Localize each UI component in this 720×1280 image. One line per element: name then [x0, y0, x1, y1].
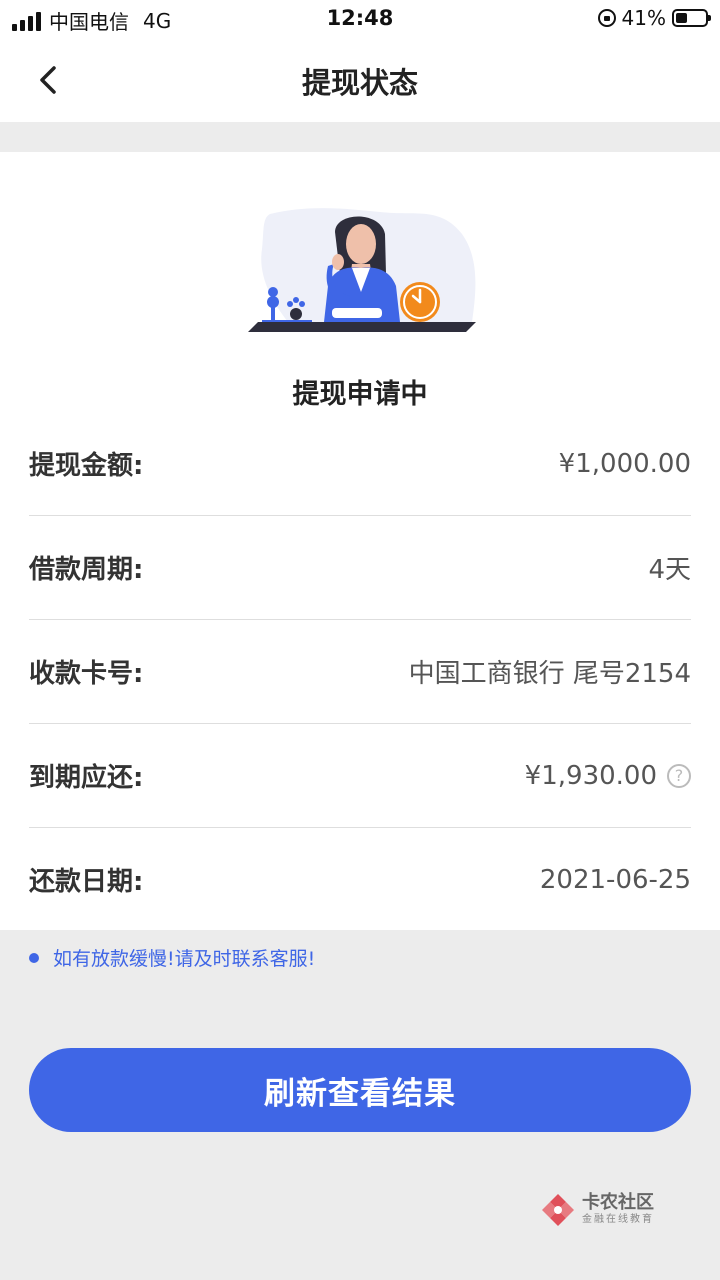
- watermark-subtitle: 金融在线教育: [582, 1214, 654, 1225]
- detail-value: ¥1,930.00: [524, 760, 657, 791]
- withdrawal-status-card: 提现申请中 提现金额: ¥1,000.00 借款周期: 4天 收款卡号: 中国工…: [0, 152, 720, 930]
- detail-row-amount: 提现金额: ¥1,000.00: [29, 412, 691, 516]
- detail-row-term: 借款周期: 4天: [29, 516, 691, 620]
- watermark: 卡农社区 金融在线教育: [540, 1192, 654, 1228]
- page-title: 提现状态: [301, 66, 418, 100]
- rotation-lock-icon: [597, 9, 616, 27]
- detail-label: 借款周期:: [29, 555, 144, 585]
- status-bar: 中国电信 4G 12:48 41%: [0, 0, 720, 40]
- knong-logo-icon: [542, 1194, 574, 1226]
- nav-bar: 提现状态: [0, 40, 720, 122]
- withdrawal-details: 提现金额: ¥1,000.00 借款周期: 4天 收款卡号: 中国工商银行 尾号…: [29, 412, 691, 931]
- notice-text: 如有放款缓慢!请及时联系客服!: [53, 948, 316, 970]
- bullet-dot-icon: [29, 952, 39, 963]
- refresh-result-button[interactable]: 刷新查看结果: [29, 1048, 691, 1132]
- detail-label: 收款卡号:: [29, 659, 144, 689]
- status-illustration: [248, 208, 476, 332]
- battery-percent: 41%: [621, 6, 666, 30]
- detail-row-due-amount: 到期应还: ¥1,930.00 ?: [29, 724, 691, 828]
- watermark-text: 卡农社区 金融在线教育: [582, 1193, 654, 1227]
- help-icon[interactable]: ?: [667, 763, 691, 788]
- detail-value: 4天: [648, 555, 691, 585]
- notice: 如有放款缓慢!请及时联系客服!: [29, 944, 315, 971]
- detail-value-group: ¥1,930.00 ?: [525, 761, 691, 791]
- detail-row-card: 收款卡号: 中国工商银行 尾号2154: [29, 620, 691, 724]
- battery-icon: [672, 9, 711, 27]
- status-bar-right: 41%: [597, 6, 711, 30]
- detail-value: 中国工商银行 尾号2154: [408, 659, 691, 689]
- detail-value: 2021-06-25: [539, 864, 691, 895]
- battery-fill: [676, 13, 687, 23]
- detail-label: 提现金额:: [29, 451, 144, 481]
- detail-label: 还款日期:: [29, 867, 144, 897]
- detail-label: 到期应还:: [29, 763, 144, 793]
- detail-row-due-date: 还款日期: 2021-06-25: [29, 828, 691, 931]
- detail-value: ¥1,000.00: [558, 448, 691, 479]
- watermark-title: 卡农社区: [582, 1192, 654, 1213]
- status-title: 提现申请中: [292, 379, 428, 410]
